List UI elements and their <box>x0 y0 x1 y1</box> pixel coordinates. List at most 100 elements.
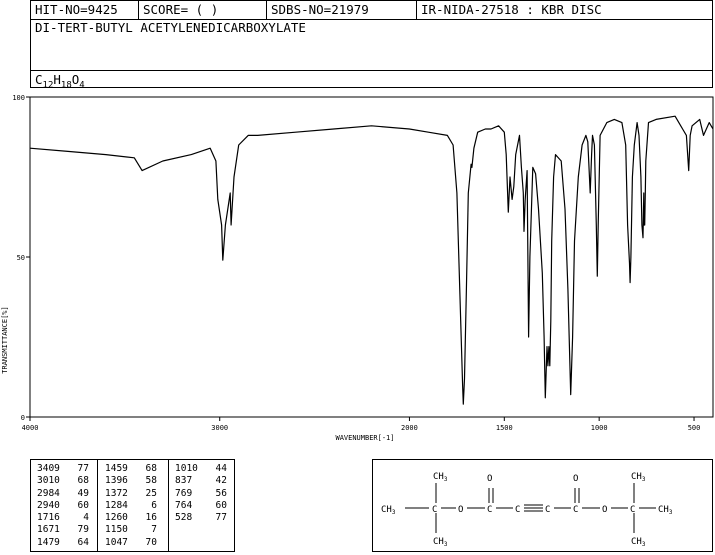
score: SCORE= ( ) <box>139 1 267 19</box>
peak-row: 1150 7 <box>105 524 157 536</box>
peak-transmittance: 44 <box>215 463 227 474</box>
svg-text:CH3: CH3 <box>381 505 396 516</box>
peak-wavenumber: 3010 <box>37 475 60 487</box>
peak-wavenumber: 1459 <box>105 463 128 474</box>
peak-transmittance: 42 <box>215 475 227 487</box>
sdbs-number: SDBS-NO=21979 <box>267 1 417 19</box>
peak-wavenumber: 528 <box>175 512 193 524</box>
peak-wavenumber: 837 <box>175 475 193 487</box>
formula-divider <box>31 70 712 71</box>
peak-wavenumber: 1396 <box>105 475 128 487</box>
peak-row: 1372 25 <box>105 488 157 500</box>
peak-wavenumber: 2984 <box>37 487 60 499</box>
peak-transmittance: 60 <box>77 499 89 511</box>
ir-spectrum-chart: 4000 3000 2000 1500 1000 500 0 50 100 WAVENUMBER… <box>1 94 714 442</box>
peak-transmittance: 7 <box>151 524 157 536</box>
svg-text:C: C <box>630 505 635 515</box>
y-axis-label: TRANSMITTANCE[%] <box>1 306 9 373</box>
peak-row: 769 56 <box>175 488 227 500</box>
y-tick-label: 0 <box>21 414 25 422</box>
peak-transmittance: 58 <box>145 475 157 487</box>
peak-row: 1459 68 <box>105 463 157 475</box>
x-tick-label: 500 <box>688 424 701 432</box>
x-tick-label: 3000 <box>211 424 228 432</box>
peak-row: 764 60 <box>175 500 227 512</box>
peak-wavenumber: 1479 <box>37 536 60 548</box>
peak-wavenumber: 769 <box>175 487 193 499</box>
x-tick-label: 1500 <box>496 424 513 432</box>
peak-transmittance: 56 <box>215 487 227 499</box>
peak-transmittance: 77 <box>77 463 89 474</box>
peak-table: 3409 77 3010 68 2984 49 2940 60 1716 4 1671 79 1479 6… <box>30 459 235 552</box>
peak-wavenumber: 1284 <box>105 499 128 511</box>
x-tick-label: 4000 <box>22 424 39 432</box>
peak-wavenumber: 1716 <box>37 512 60 524</box>
peak-wavenumber: 764 <box>175 499 193 511</box>
peak-transmittance: 79 <box>77 524 89 536</box>
peak-row: 1396 58 <box>105 475 157 487</box>
peak-wavenumber: 1010 <box>175 463 198 474</box>
peak-column: 1010 44 837 42 769 56 764 60 528 77 <box>175 463 227 524</box>
peak-transmittance: 70 <box>145 536 157 548</box>
ester-oxygen-left: O <box>458 505 463 515</box>
svg-text:CH3: CH3 <box>631 472 646 483</box>
peak-row: 1671 79 <box>37 524 89 536</box>
ester-oxygen-right: O <box>602 505 607 515</box>
hit-number: HIT-NO=9425 <box>31 1 139 19</box>
peak-row: 1010 44 <box>175 463 227 475</box>
peak-column: 3409 77 3010 68 2984 49 2940 60 1716 4 1671 79 1479 6… <box>37 463 89 549</box>
peak-transmittance: 6 <box>151 499 157 511</box>
peak-row: 3010 68 <box>37 475 89 487</box>
triple-bond <box>524 504 543 512</box>
left-tert-butyl: CH3 CH3 C CH3 <box>381 472 456 548</box>
peak-transmittance: 16 <box>145 512 157 524</box>
peak-transmittance: 68 <box>145 463 157 474</box>
spectrum-line <box>29 115 714 405</box>
peak-transmittance: 25 <box>145 487 157 499</box>
peak-row: 1284 6 <box>105 500 157 512</box>
peak-row: 2940 60 <box>37 500 89 512</box>
peak-row: 2984 49 <box>37 488 89 500</box>
peak-row: 1479 64 <box>37 537 89 549</box>
spectrum-series <box>29 115 714 405</box>
carbonyl-carbon-right: C <box>573 505 578 515</box>
peak-table-divider <box>168 460 169 551</box>
peak-transmittance: 68 <box>77 475 89 487</box>
peak-row: 837 42 <box>175 475 227 487</box>
peak-column: 1459 68 1396 58 1372 25 1284 6 1260 16 1150 7 1047 70 <box>105 463 157 549</box>
chart-axes <box>29 96 714 418</box>
peak-row: 528 77 <box>175 512 227 524</box>
peak-wavenumber: 1260 <box>105 512 128 524</box>
peak-wavenumber: 1671 <box>37 524 60 536</box>
header-panel: HIT-NO=9425 SCORE= ( ) SDBS-NO=21979 IR-… <box>30 0 713 91</box>
peak-wavenumber: 2940 <box>37 499 60 511</box>
peak-wavenumber: 3409 <box>37 463 60 474</box>
peak-transmittance: 49 <box>77 487 89 499</box>
peak-transmittance: 77 <box>215 512 227 524</box>
svg-text:CH3: CH3 <box>433 537 448 548</box>
carbonyl-oxygen-right: O <box>573 474 578 484</box>
x-tick-label: 1000 <box>591 424 608 432</box>
peak-wavenumber: 1047 <box>105 536 128 548</box>
alkyne-carbon-right: C <box>545 505 550 515</box>
peak-row: 1260 16 <box>105 512 157 524</box>
peak-row: 1047 70 <box>105 537 157 549</box>
x-tick-label: 2000 <box>401 424 418 432</box>
peak-transmittance: 64 <box>77 536 89 548</box>
peak-row: 1716 4 <box>37 512 89 524</box>
peak-transmittance: 60 <box>215 499 227 511</box>
ir-info: IR-NIDA-27518 : KBR DISC <box>421 2 602 17</box>
svg-text:CH3: CH3 <box>658 505 673 516</box>
carbonyl-oxygen-left: O <box>487 474 492 484</box>
svg-text:CH3: CH3 <box>433 472 448 483</box>
peak-table-divider <box>97 460 98 551</box>
peak-row: 3409 77 <box>37 463 89 475</box>
plot-frame <box>29 96 714 418</box>
peak-transmittance: 4 <box>83 512 89 524</box>
x-axis-label: WAVENUMBER[-1] <box>335 434 394 442</box>
structure-panel: CH3 CH3 C CH3 O C O C C C O O C CH3 CH3 … <box>372 459 713 552</box>
peak-wavenumber: 1150 <box>105 524 128 536</box>
y-tick-label: 100 <box>12 94 25 102</box>
carbonyl-carbon-left: C <box>487 505 492 515</box>
right-tert-butyl: C CH3 CH3 CH3 <box>630 472 673 548</box>
